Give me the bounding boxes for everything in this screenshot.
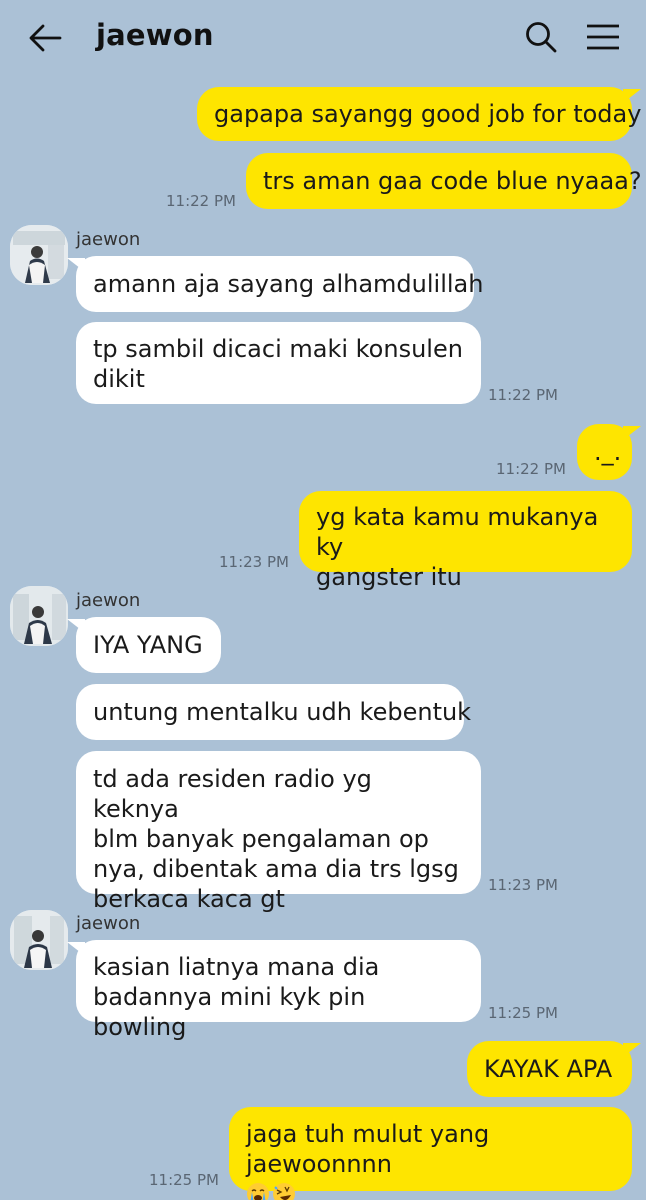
message-text-line: nya, dibentak ama dia trs lgsg bbox=[93, 855, 459, 883]
outgoing-message[interactable]: KAYAK APA bbox=[467, 1041, 641, 1097]
chat-title: jaewon bbox=[96, 18, 214, 52]
message-text: trs aman gaa code blue nyaaa? bbox=[263, 167, 642, 195]
incoming-message[interactable]: tp sambil dicaci maki konsulen dikit bbox=[76, 322, 481, 404]
chat-header: jaewon bbox=[0, 0, 646, 78]
message-text: gapapa sayangg good job for today bbox=[214, 100, 642, 128]
sender-name: jaewon bbox=[76, 913, 141, 934]
message-time: 11:23 PM bbox=[219, 553, 289, 571]
message-text: KAYAK APA bbox=[484, 1055, 613, 1083]
message-text: amann aja sayang alhamdulillah bbox=[93, 270, 484, 298]
message-time: 11:22 PM bbox=[166, 192, 236, 210]
avatar[interactable] bbox=[10, 910, 68, 970]
message-text: untung mentalku udh kebentuk bbox=[93, 698, 472, 726]
sender-name: jaewon bbox=[76, 229, 141, 250]
message-text-line: jaga tuh mulut yang jaewoonnnn bbox=[246, 1120, 490, 1178]
message-text-line: blm banyak pengalaman op bbox=[93, 825, 429, 853]
message-text-line: kasian liatnya mana dia bbox=[93, 953, 380, 981]
emoji-line bbox=[246, 1179, 615, 1200]
message-text: ._. bbox=[594, 438, 622, 466]
message-text-line: badannya mini kyk pin bowling bbox=[93, 983, 366, 1041]
incoming-message[interactable]: td ada residen radio yg keknya blm banya… bbox=[76, 751, 481, 913]
message-text-line: td ada residen radio yg keknya bbox=[93, 765, 372, 823]
outgoing-message[interactable]: gapapa sayangg good job for today bbox=[197, 87, 641, 141]
message-text-line: berkaca kaca gt bbox=[93, 885, 285, 913]
outgoing-message[interactable]: ._. bbox=[577, 424, 641, 480]
search-icon[interactable] bbox=[524, 20, 558, 54]
loudly-crying-face-icon bbox=[247, 1183, 269, 1200]
rolling-on-floor-laughing-icon bbox=[273, 1183, 295, 1200]
outgoing-message[interactable]: yg kata kamu mukanya ky gangster itu bbox=[299, 491, 632, 591]
message-text-line: dikit bbox=[93, 365, 145, 393]
outgoing-message[interactable]: jaga tuh mulut yang jaewoonnnn bbox=[229, 1107, 632, 1200]
message-time: 11:25 PM bbox=[149, 1171, 219, 1189]
back-arrow-icon[interactable] bbox=[28, 22, 62, 54]
message-time: 11:23 PM bbox=[488, 876, 558, 894]
message-time: 11:22 PM bbox=[488, 386, 558, 404]
sender-name: jaewon bbox=[76, 590, 141, 611]
incoming-message[interactable]: untung mentalku udh kebentuk bbox=[76, 684, 471, 740]
profile-photo bbox=[10, 225, 68, 285]
avatar[interactable] bbox=[10, 225, 68, 285]
profile-photo bbox=[10, 910, 68, 970]
incoming-message[interactable]: kasian liatnya mana dia badannya mini ky… bbox=[67, 940, 481, 1041]
message-text-line: gangster itu bbox=[316, 563, 462, 591]
outgoing-message[interactable]: trs aman gaa code blue nyaaa? bbox=[246, 153, 642, 209]
menu-icon[interactable] bbox=[585, 22, 621, 52]
message-time: 11:22 PM bbox=[496, 460, 566, 478]
incoming-message[interactable]: amann aja sayang alhamdulillah bbox=[67, 256, 483, 312]
message-text: IYA YANG bbox=[93, 631, 203, 659]
incoming-message[interactable]: IYA YANG bbox=[67, 617, 221, 673]
profile-photo bbox=[10, 586, 68, 646]
message-text-line: yg kata kamu mukanya ky bbox=[316, 503, 599, 561]
avatar[interactable] bbox=[10, 586, 68, 646]
message-time: 11:25 PM bbox=[488, 1004, 558, 1022]
message-text-line: tp sambil dicaci maki konsulen bbox=[93, 335, 463, 363]
